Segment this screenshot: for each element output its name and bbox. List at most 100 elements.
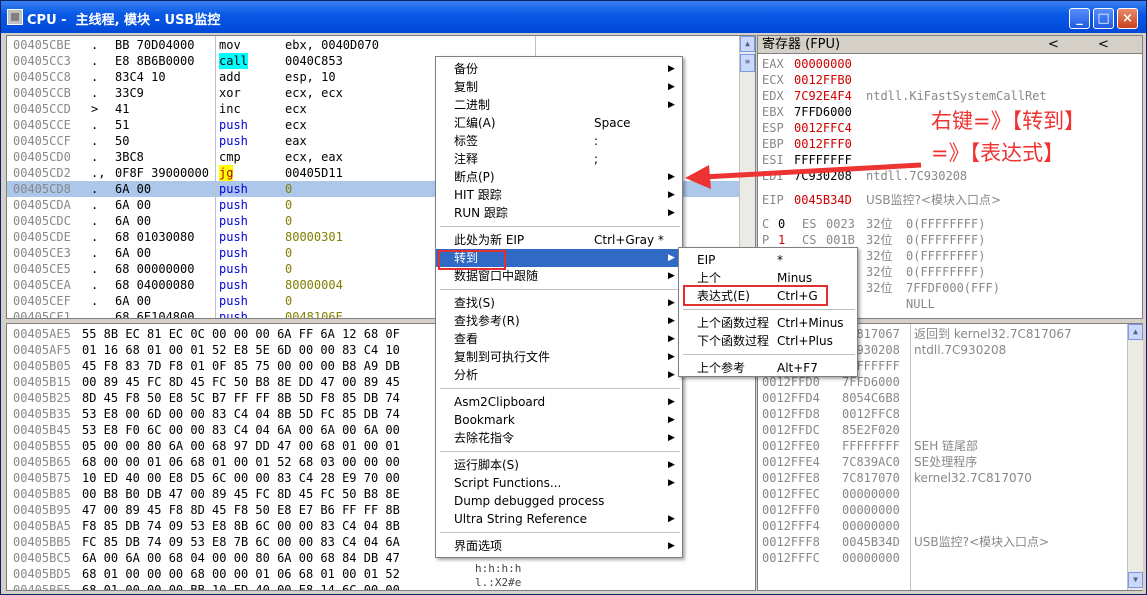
disasm-hex: 6A 00 bbox=[115, 294, 152, 308]
menu-item[interactable]: Ultra String Reference ▶ bbox=[436, 510, 682, 528]
register-value[interactable]: 0045B34D bbox=[794, 192, 852, 208]
menu-item[interactable]: Script Functions... ▶ bbox=[436, 474, 682, 492]
submenu-arrow-icon: ▶ bbox=[668, 82, 675, 92]
disasm-mnemonic: push bbox=[219, 294, 248, 308]
register-row[interactable]: ECX 0012FFB0 bbox=[758, 72, 1142, 88]
register-value[interactable]: 0012FFB0 bbox=[794, 72, 852, 88]
disasm-marker: > bbox=[91, 102, 99, 116]
menu-item-label: 二进制 bbox=[454, 98, 491, 112]
stack-scroll-down-icon[interactable]: ▼ bbox=[1128, 572, 1143, 588]
flag-bit[interactable]: 1 bbox=[778, 232, 785, 248]
context-menu[interactable]: 备份 ▶ 复制 ▶ 二进制 ▶ 汇编(A) Space 标签: 注释; 断点(P) ▶ HIT 跟踪 ▶ R… bbox=[435, 56, 683, 558]
register-row[interactable]: EAX 00000000 bbox=[758, 56, 1142, 72]
stack-row[interactable]: 0012FFF0 00000000 bbox=[758, 502, 1126, 518]
register-value[interactable]: 0012FFC4 bbox=[794, 120, 852, 136]
register-value[interactable]: 7C92E4F4 bbox=[794, 88, 852, 104]
menu-item[interactable]: 分析 ▶ bbox=[436, 366, 682, 384]
menu-item[interactable]: RUN 跟踪 ▶ bbox=[436, 204, 682, 222]
scroll-up-icon[interactable]: ▲ bbox=[740, 36, 755, 52]
dump-row[interactable]: 00405BD5 68 01 00 00 00 68 00 00 01 06 68… bbox=[7, 566, 755, 582]
menu-item[interactable]: 汇编(A) Space bbox=[436, 114, 682, 132]
highlight-goto bbox=[438, 250, 506, 270]
disasm-operand: 00405D11 bbox=[285, 166, 343, 180]
submenu-arrow-icon: ▶ bbox=[668, 352, 675, 362]
stack-scrollbar[interactable]: ▲ ▼ bbox=[1127, 324, 1143, 590]
flag-bit[interactable]: 0 bbox=[778, 216, 785, 232]
stack-row[interactable]: 0012FFD4 8054C6B8 bbox=[758, 390, 1126, 406]
register-value[interactable]: 7FFD6000 bbox=[794, 104, 852, 120]
dump-address: 00405B45 bbox=[13, 423, 71, 437]
disasm-marker: . bbox=[91, 134, 99, 148]
menu-item[interactable]: 复制 ▶ bbox=[436, 78, 682, 96]
stack-row[interactable]: 0012FFEC 00000000 bbox=[758, 486, 1126, 502]
menu-item[interactable]: Asm2Clipboard ▶ bbox=[436, 393, 682, 411]
dump-row[interactable]: 00405BE5 68 01 00 00 00 BB 10 ED 40 00 E8… bbox=[7, 582, 755, 590]
menu-item[interactable]: EIP * bbox=[679, 251, 857, 269]
menu-item[interactable]: 去除花指令 ▶ bbox=[436, 429, 682, 447]
menu-item[interactable]: 查找参考(R) ▶ bbox=[436, 312, 682, 330]
disasm-hex: 51 bbox=[115, 118, 130, 132]
segment-width: 32位 bbox=[866, 217, 893, 231]
stack-row[interactable]: 0012FFFC 00000000 bbox=[758, 550, 1126, 566]
stack-address: 0012FFFC bbox=[762, 551, 820, 565]
stack-row[interactable]: 0012FFE8 7C817070 kernel32.7C817070 bbox=[758, 470, 1126, 486]
menu-item[interactable]: 界面选项 ▶ bbox=[436, 537, 682, 555]
disasm-marker: . bbox=[91, 214, 99, 228]
menu-item[interactable]: 上个函数过程 Ctrl+Minus bbox=[679, 314, 857, 332]
menu-item[interactable]: 二进制 ▶ bbox=[436, 96, 682, 114]
stack-value: 8054C6B8 bbox=[842, 391, 900, 405]
dump-hex: 01 16 68 01 00 01 52 E8 5E 6D 00 00 83 C… bbox=[82, 343, 400, 357]
stack-comment: SEH 链尾部 bbox=[914, 439, 979, 453]
menu-item[interactable]: 标签: bbox=[436, 132, 682, 150]
menu-item[interactable]: 复制到可执行文件 ▶ bbox=[436, 348, 682, 366]
dump-hex: 05 00 00 80 6A 00 68 97 DD 47 00 68 01 0… bbox=[82, 439, 400, 453]
menu-item[interactable]: 注释; bbox=[436, 150, 682, 168]
menu-item-label: 查看 bbox=[454, 332, 479, 346]
menu-item-label: 此处为新 EIP bbox=[454, 233, 525, 247]
register-value[interactable]: 0012FFF0 bbox=[794, 136, 852, 152]
disasm-hex: 83C4 10 bbox=[115, 70, 166, 84]
register-value[interactable]: 00000000 bbox=[794, 56, 852, 72]
menu-item[interactable]: 运行脚本(S) ▶ bbox=[436, 456, 682, 474]
stack-comment: ntdll.7C930208 bbox=[914, 343, 1007, 357]
nav-left2-icon[interactable]: < bbox=[1098, 36, 1109, 54]
stack-row[interactable]: 0012FFF8 0045B34D USB监控?<模块入口点> bbox=[758, 534, 1126, 550]
menu-item[interactable]: 下个函数过程 Ctrl+Plus bbox=[679, 332, 857, 350]
dump-hex: 68 01 00 00 00 68 00 00 01 06 68 01 00 0… bbox=[82, 567, 400, 581]
segment-row[interactable]: C 0 ES 0023 32位 0(FFFFFFFF) bbox=[758, 216, 1142, 232]
menu-item-shortcut: * bbox=[777, 253, 783, 267]
stack-scroll-up-icon[interactable]: ▲ bbox=[1128, 324, 1143, 340]
menu-item[interactable]: Dump debugged process bbox=[436, 492, 682, 510]
minimize-button[interactable]: _ bbox=[1069, 8, 1090, 29]
stack-row[interactable]: 0012FFD8 0012FFC8 bbox=[758, 406, 1126, 422]
stack-comment: USB监控?<模块入口点> bbox=[914, 535, 1050, 549]
scroll-thumb[interactable]: ≡ bbox=[740, 54, 755, 72]
menu-item[interactable]: 此处为新 EIP Ctrl+Gray * bbox=[436, 231, 682, 249]
close-button[interactable]: × bbox=[1117, 8, 1138, 29]
title-bar[interactable]: CPU - 主线程, 模块 - USB监控 _ □ × bbox=[1, 1, 1146, 33]
menu-item[interactable]: 查找(S) ▶ bbox=[436, 294, 682, 312]
menu-item[interactable]: 断点(P) ▶ bbox=[436, 168, 682, 186]
register-row[interactable]: EDX 7C92E4F4 ntdll.KiFastSystemCallRet bbox=[758, 88, 1142, 104]
menu-item-shortcut: Ctrl+Plus bbox=[777, 334, 833, 348]
menu-item[interactable]: HIT 跟踪 ▶ bbox=[436, 186, 682, 204]
stack-row[interactable]: 0012FFDC 85E2F020 bbox=[758, 422, 1126, 438]
maximize-button[interactable]: □ bbox=[1093, 8, 1114, 29]
stack-row[interactable]: 0012FFE0 FFFFFFFF SEH 链尾部 bbox=[758, 438, 1126, 454]
disasm-row[interactable]: 00405CBE. BB 70D04000 mov ebx, 0040D070 bbox=[7, 37, 740, 53]
dump-address: 00405AE5 bbox=[13, 327, 71, 341]
menu-item[interactable]: 备份 ▶ bbox=[436, 60, 682, 78]
goto-submenu[interactable]: EIP * 上个 Minus 表达式(E) Ctrl+G 上个函数过程 Ctrl+Minus 下… bbox=[678, 247, 858, 377]
stack-row[interactable]: 0012FFF4 00000000 bbox=[758, 518, 1126, 534]
dump-address: 00405B05 bbox=[13, 359, 71, 373]
register-row-eip[interactable]: EIP 0045B34D USB监控?<模块入口点> bbox=[758, 192, 1142, 208]
segment-row[interactable]: P 1 CS 001B 32位 0(FFFFFFFF) bbox=[758, 232, 1142, 248]
disasm-address: 00405CDC bbox=[13, 214, 71, 228]
menu-item[interactable]: 查看 ▶ bbox=[436, 330, 682, 348]
nav-left-icon[interactable]: < bbox=[1048, 36, 1059, 54]
menu-item[interactable]: Bookmark ▶ bbox=[436, 411, 682, 429]
disasm-mnemonic: push bbox=[219, 246, 248, 260]
menu-item[interactable]: 上个参考 Alt+F7 bbox=[679, 359, 857, 377]
registers-header[interactable]: 寄存器 (FPU) < < bbox=[758, 36, 1142, 54]
stack-row[interactable]: 0012FFE4 7C839AC0 SE处理程序 bbox=[758, 454, 1126, 470]
